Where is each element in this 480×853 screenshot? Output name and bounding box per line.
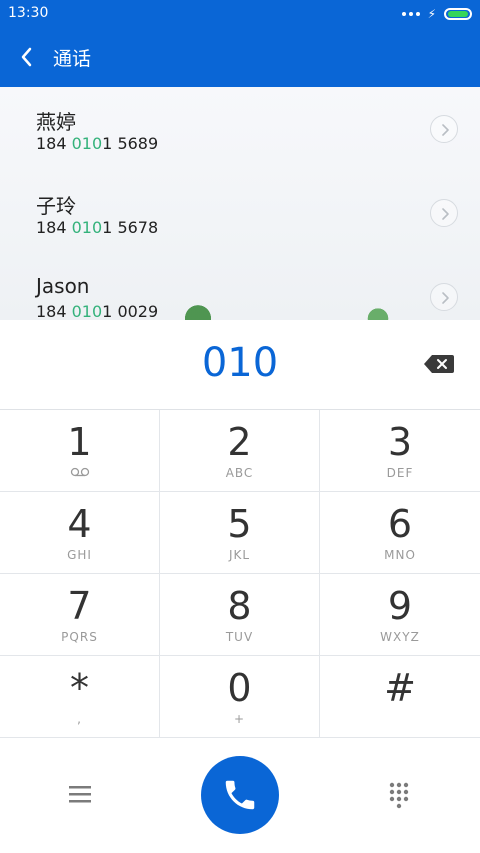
chevron-right-icon: [442, 208, 449, 220]
charging-icon: ⚡: [427, 7, 436, 21]
dial-display: 010: [0, 320, 480, 409]
key-digit: 2: [227, 420, 252, 464]
chevron-right-icon: [442, 124, 449, 136]
contact-detail-button[interactable]: [430, 115, 458, 143]
key-letters: TUV: [225, 630, 254, 644]
app-header: 通话: [0, 28, 480, 87]
contact-number: 184 0101 5678: [36, 218, 158, 237]
key-8[interactable]: 8 TUV: [160, 574, 320, 656]
key-digit: #: [384, 666, 416, 710]
key-9[interactable]: 9 WXYZ: [320, 574, 480, 656]
call-button[interactable]: [201, 756, 279, 834]
number-match: 010: [71, 218, 103, 237]
key-letters: DEF: [386, 466, 414, 480]
key-digit: 8: [227, 584, 252, 628]
number-prefix: 184: [36, 302, 72, 320]
key-digit: 7: [67, 584, 92, 628]
number-suffix: 1 5678: [102, 218, 159, 237]
key-1[interactable]: 1: [0, 410, 160, 492]
key-hash[interactable]: #: [320, 656, 480, 738]
status-bar: 13:30 ⚡: [0, 0, 480, 28]
keypad: 1 2 ABC 3 DEF 4 GHI 5 JKL 6 MNO 7 PQRS 8…: [0, 409, 480, 739]
keypad-icon[interactable]: [388, 781, 410, 809]
key-0[interactable]: 0 +: [160, 656, 320, 738]
contact-item[interactable]: Jason 184 0101 0029: [0, 255, 480, 320]
key-digit: 3: [387, 420, 413, 464]
key-6[interactable]: 6 MNO: [320, 492, 480, 574]
bottom-bar: [0, 739, 480, 853]
key-7[interactable]: 7 PQRS: [0, 574, 160, 656]
contact-detail-button[interactable]: [430, 283, 458, 311]
key-letters: ,: [77, 712, 82, 726]
contact-detail-button[interactable]: [430, 199, 458, 227]
key-letters: +: [233, 712, 246, 726]
contact-item[interactable]: 燕婷 184 0101 5689: [0, 87, 480, 171]
contact-name: 子玲: [36, 194, 76, 218]
status-time: 13:30: [8, 5, 49, 21]
dialer-screen: 13:30 ⚡ 通话 燕婷 184 0101 5689 子玲 184 0101 …: [0, 0, 480, 853]
key-digit: 9: [387, 584, 413, 628]
chevron-right-icon: [442, 292, 449, 304]
key-5[interactable]: 5 JKL: [160, 492, 320, 574]
battery-icon: [444, 8, 472, 20]
number-prefix: 184: [36, 134, 72, 153]
backspace-icon[interactable]: [423, 353, 455, 375]
menu-icon[interactable]: [69, 785, 91, 803]
number-suffix: 1 5689: [102, 134, 159, 153]
key-letters: MNO: [384, 548, 416, 562]
signal-dots-icon: [401, 12, 420, 16]
dialed-number[interactable]: 010: [0, 340, 480, 386]
key-digit: 5: [227, 502, 252, 546]
contact-number: 184 0101 5689: [36, 134, 158, 153]
phone-icon: [225, 780, 255, 810]
number-match: 010: [71, 302, 103, 320]
key-digit: 4: [67, 502, 92, 546]
number-match: 010: [71, 134, 103, 153]
contact-item[interactable]: 子玲 184 0101 5678: [0, 171, 480, 255]
key-digit: 6: [387, 502, 413, 546]
key-letters: PQRS: [61, 630, 98, 644]
battery-level: [448, 11, 468, 17]
key-letters: JKL: [228, 548, 251, 562]
key-digit: 0: [227, 666, 252, 710]
contact-name: 燕婷: [36, 110, 76, 134]
key-letters: WXYZ: [380, 630, 420, 644]
key-4[interactable]: 4 GHI: [0, 492, 160, 574]
key-letters: ABC: [225, 466, 254, 480]
number-prefix: 184: [36, 218, 72, 237]
key-2[interactable]: 2 ABC: [160, 410, 320, 492]
contact-number: 184 0101 0029: [36, 302, 158, 320]
key-letters: GHI: [67, 548, 92, 562]
key-star[interactable]: * ,: [0, 656, 160, 738]
key-digit: *: [70, 666, 89, 710]
key-3[interactable]: 3 DEF: [320, 410, 480, 492]
key-digit: 1: [67, 420, 92, 464]
voicemail-icon: [70, 467, 90, 477]
status-icons: ⚡: [401, 6, 472, 22]
page-title: 通话: [53, 48, 92, 70]
number-suffix: 1 0029: [102, 302, 159, 320]
contact-list: 燕婷 184 0101 5689 子玲 184 0101 5678 Jason …: [0, 87, 480, 320]
back-arrow-icon[interactable]: [18, 45, 36, 69]
contact-name: Jason: [36, 274, 90, 298]
